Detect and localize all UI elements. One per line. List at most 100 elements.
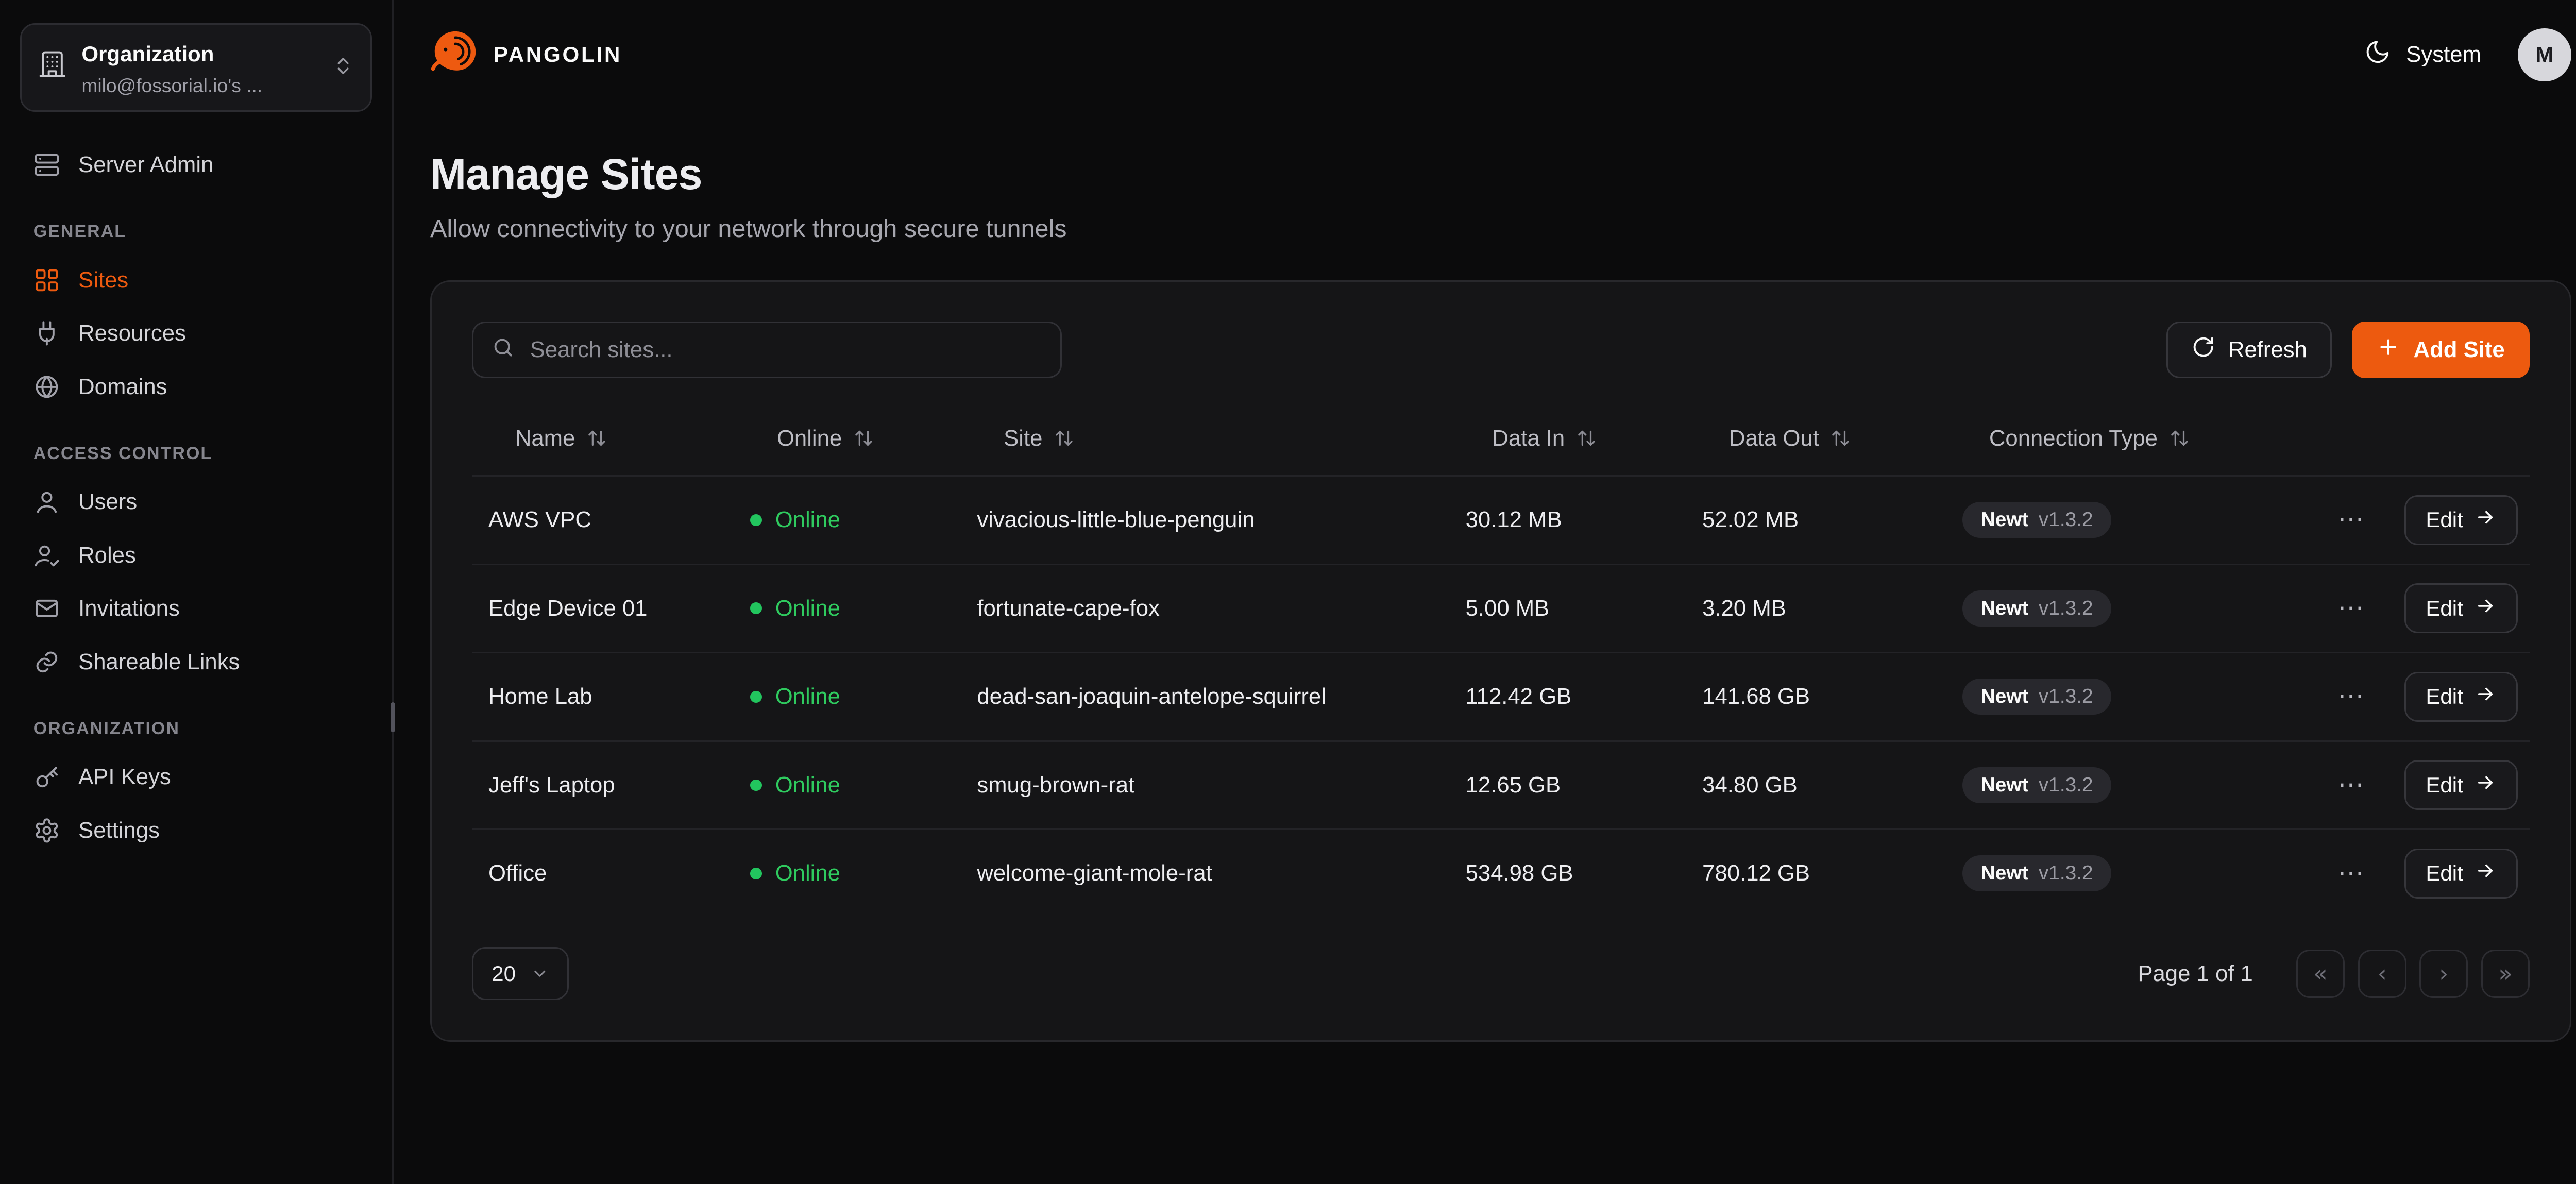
page-size-value: 20 bbox=[492, 961, 516, 986]
search-icon bbox=[492, 334, 515, 365]
connection-type-cell: Newt v1.3.2 bbox=[1962, 767, 2299, 803]
arrow-right-icon bbox=[2475, 595, 2496, 622]
section-label-general: GENERAL bbox=[33, 222, 359, 242]
column-header-connection-type[interactable]: Connection Type bbox=[1962, 426, 2299, 451]
gear-icon bbox=[33, 817, 60, 844]
online-status-cell: Online bbox=[750, 507, 977, 533]
brand[interactable]: PANGOLIN bbox=[430, 27, 622, 83]
online-status-cell: Online bbox=[750, 772, 977, 798]
connection-badge: Newt v1.3.2 bbox=[1962, 855, 2111, 891]
table-body: AWS VPC Online vivacious-little-blue-pen… bbox=[472, 475, 2530, 917]
sidebar-item-shareable-links[interactable]: Shareable Links bbox=[20, 635, 372, 689]
sidebar-item-roles[interactable]: Roles bbox=[20, 529, 372, 582]
online-status-cell: Online bbox=[750, 596, 977, 621]
page-size-select[interactable]: 20 bbox=[472, 947, 569, 1001]
sidebar-item-resources[interactable]: Resources bbox=[20, 307, 372, 360]
connection-type-cell: Newt v1.3.2 bbox=[1962, 679, 2299, 715]
row-menu-button[interactable]: ⋯ bbox=[2331, 677, 2371, 717]
sidebar-resize-handle[interactable] bbox=[391, 702, 396, 732]
sidebar-item-sites[interactable]: Sites bbox=[20, 253, 372, 307]
moon-icon bbox=[2364, 39, 2391, 71]
theme-label: System bbox=[2406, 42, 2481, 67]
search-input[interactable] bbox=[530, 337, 1042, 363]
sort-icon bbox=[854, 428, 874, 448]
column-label: Online bbox=[777, 426, 842, 451]
server-icon bbox=[33, 151, 60, 178]
row-menu-button[interactable]: ⋯ bbox=[2331, 854, 2371, 894]
sidebar-item-server-admin[interactable]: Server Admin bbox=[20, 138, 372, 192]
edit-button[interactable]: Edit bbox=[2404, 583, 2518, 633]
org-switcher-labels: Organization milo@fossorial.io's ... bbox=[81, 37, 317, 98]
column-label: Data In bbox=[1492, 426, 1565, 451]
refresh-button[interactable]: Refresh bbox=[2166, 322, 2332, 378]
online-status-cell: Online bbox=[750, 684, 977, 709]
online-label: Online bbox=[775, 772, 840, 798]
edit-label: Edit bbox=[2426, 861, 2463, 886]
next-page-button[interactable]: › bbox=[2419, 950, 2468, 998]
edit-label: Edit bbox=[2426, 684, 2463, 709]
sidebar-item-invitations[interactable]: Invitations bbox=[20, 582, 372, 636]
connection-type-cell: Newt v1.3.2 bbox=[1962, 502, 2299, 538]
sidebar-item-domains[interactable]: Domains bbox=[20, 360, 372, 414]
prev-page-button[interactable]: ‹ bbox=[2358, 950, 2406, 998]
edit-button[interactable]: Edit bbox=[2404, 672, 2518, 722]
connection-badge: Newt v1.3.2 bbox=[1962, 767, 2111, 803]
column-header-data-in[interactable]: Data In bbox=[1466, 426, 1703, 451]
online-dot-icon bbox=[750, 514, 762, 526]
online-dot-icon bbox=[750, 780, 762, 791]
sidebar-item-label: API Keys bbox=[78, 764, 171, 790]
connection-type-cell: Newt v1.3.2 bbox=[1962, 855, 2299, 891]
grid-icon bbox=[33, 267, 60, 294]
add-site-button[interactable]: Add Site bbox=[2352, 322, 2530, 378]
column-header-online[interactable]: Online bbox=[750, 426, 977, 451]
row-menu-button[interactable]: ⋯ bbox=[2331, 765, 2371, 805]
online-dot-icon bbox=[750, 602, 762, 614]
online-label: Online bbox=[775, 596, 840, 621]
connection-version: v1.3.2 bbox=[2039, 685, 2093, 708]
avatar[interactable]: M bbox=[2518, 28, 2571, 82]
card-footer: 20 Page 1 of 1 « ‹ › » bbox=[472, 947, 2530, 1001]
data-in-cell: 5.00 MB bbox=[1466, 596, 1703, 621]
chevron-down-icon bbox=[531, 965, 549, 983]
sidebar-item-settings[interactable]: Settings bbox=[20, 804, 372, 857]
add-site-label: Add Site bbox=[2414, 337, 2505, 363]
row-menu-button[interactable]: ⋯ bbox=[2331, 500, 2371, 540]
sort-icon bbox=[587, 428, 607, 448]
site-id-cell: fortunate-cape-fox bbox=[977, 596, 1465, 621]
main-area: PANGOLIN System M Manage Sites Allow con… bbox=[394, 0, 2576, 1184]
column-header-data-out[interactable]: Data Out bbox=[1702, 426, 1962, 451]
data-out-cell: 52.02 MB bbox=[1702, 507, 1962, 533]
section-label-organization: ORGANIZATION bbox=[33, 719, 359, 739]
edit-button[interactable]: Edit bbox=[2404, 495, 2518, 545]
online-dot-icon bbox=[750, 691, 762, 703]
site-name-cell: Office bbox=[488, 860, 750, 886]
last-page-button[interactable]: » bbox=[2481, 950, 2530, 998]
theme-toggle[interactable]: System bbox=[2364, 39, 2481, 71]
data-out-cell: 141.68 GB bbox=[1702, 684, 1962, 709]
user-badge-icon bbox=[33, 542, 60, 569]
org-switcher[interactable]: Organization milo@fossorial.io's ... bbox=[20, 23, 372, 111]
topbar: PANGOLIN System M bbox=[394, 0, 2576, 106]
table-header: Name Online Site Data In Data Out bbox=[472, 402, 2530, 475]
data-out-cell: 34.80 GB bbox=[1702, 772, 1962, 798]
sidebar-item-api-keys[interactable]: API Keys bbox=[20, 751, 372, 804]
edit-button[interactable]: Edit bbox=[2404, 849, 2518, 899]
sidebar-item-users[interactable]: Users bbox=[20, 475, 372, 529]
first-page-button[interactable]: « bbox=[2296, 950, 2345, 998]
online-status-cell: Online bbox=[750, 860, 977, 886]
site-id-cell: smug-brown-rat bbox=[977, 772, 1465, 798]
connection-version: v1.3.2 bbox=[2039, 509, 2093, 531]
row-menu-button[interactable]: ⋯ bbox=[2331, 588, 2371, 629]
column-header-name[interactable]: Name bbox=[488, 426, 750, 451]
sidebar-item-label: Users bbox=[78, 489, 137, 515]
edit-label: Edit bbox=[2426, 596, 2463, 621]
column-header-site[interactable]: Site bbox=[977, 426, 1465, 451]
page-subtitle: Allow connectivity to your network throu… bbox=[430, 214, 2571, 243]
connection-name: Newt bbox=[1981, 862, 2029, 885]
plug-icon bbox=[33, 320, 60, 347]
online-label: Online bbox=[775, 507, 840, 533]
edit-button[interactable]: Edit bbox=[2404, 760, 2518, 810]
connection-name: Newt bbox=[1981, 774, 2029, 797]
connection-badge: Newt v1.3.2 bbox=[1962, 679, 2111, 715]
connection-type-cell: Newt v1.3.2 bbox=[1962, 590, 2299, 627]
